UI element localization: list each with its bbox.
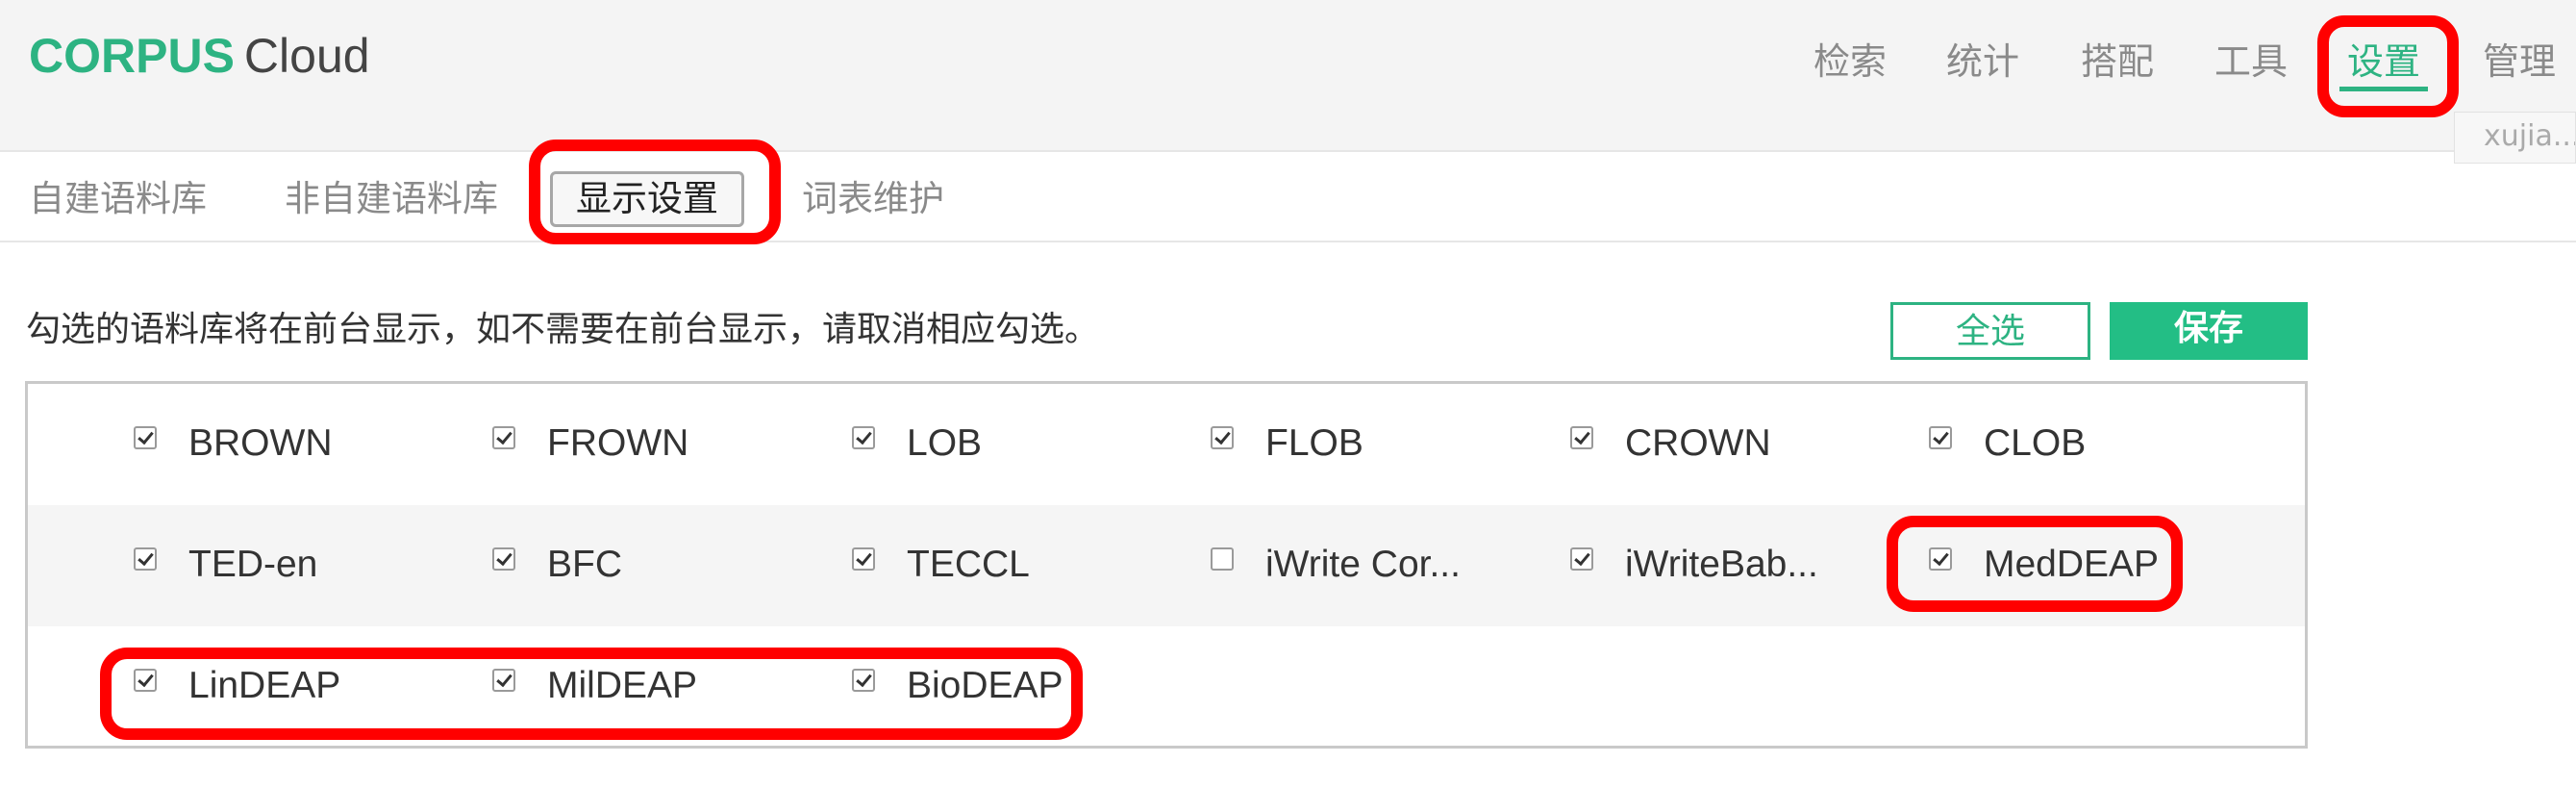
highlight-settings-nav: [2317, 15, 2459, 117]
checkbox[interactable]: [492, 547, 515, 571]
checkbox[interactable]: [1211, 426, 1234, 449]
nav-collocation[interactable]: 搭配: [2081, 35, 2154, 89]
checkbox[interactable]: [852, 547, 875, 571]
nav-admin[interactable]: 管理: [2483, 35, 2556, 89]
corpus-label: LOB: [907, 422, 983, 464]
settings-tabs: 自建语料库 非自建语料库 显示设置 词表维护: [0, 154, 2576, 242]
checkbox[interactable]: [134, 426, 157, 449]
corpus-label: FROWN: [547, 422, 689, 464]
select-all-button[interactable]: 全选: [1890, 302, 2090, 360]
logo-secondary-text: Cloud: [243, 29, 370, 83]
highlight-display-tab: [529, 140, 781, 244]
checkbox[interactable]: [134, 547, 157, 571]
nav-search[interactable]: 检索: [1813, 35, 1887, 89]
checkbox[interactable]: [1570, 426, 1593, 449]
corpus-label: BFC: [547, 544, 622, 585]
tab-builtin-corpora[interactable]: 非自建语料库: [285, 171, 498, 227]
corpus-label: iWriteBab...: [1625, 544, 1818, 585]
corpus-label: BROWN: [188, 422, 333, 464]
checkbox[interactable]: [1211, 547, 1234, 571]
logo-primary-text: CORPUS: [29, 29, 235, 83]
tab-wordlist-maintenance[interactable]: 词表维护: [802, 171, 944, 227]
corpus-label: CROWN: [1625, 422, 1771, 464]
corpus-label: CLOB: [1984, 422, 2087, 464]
corpus-label: TECCL: [907, 544, 1030, 585]
checkbox[interactable]: [1570, 547, 1593, 571]
highlight-meddeap: [1887, 516, 2183, 612]
nav-tools[interactable]: 工具: [2214, 35, 2288, 89]
save-button[interactable]: 保存: [2110, 302, 2308, 360]
corpus-label: TED-en: [188, 544, 318, 585]
top-header: CORPUS Cloud 检索 统计 搭配 工具 设置 管理: [0, 0, 2576, 152]
checkbox[interactable]: [1929, 426, 1952, 449]
corpus-row: BROWN FROWN LOB FLOB CROWN CLOB: [28, 384, 2305, 505]
checkbox[interactable]: [492, 426, 515, 449]
tab-custom-corpora[interactable]: 自建语料库: [29, 171, 207, 227]
corpus-label: FLOB: [1265, 422, 1363, 464]
instruction-text: 勾选的语料库将在前台显示，如不需要在前台显示，请取消相应勾选。: [26, 310, 1100, 349]
checkbox[interactable]: [852, 426, 875, 449]
corpus-label: iWrite Cor...: [1265, 544, 1461, 585]
app-logo[interactable]: CORPUS Cloud: [29, 27, 370, 85]
nav-statistics[interactable]: 统计: [1946, 35, 2019, 89]
highlight-deap-row: [100, 648, 1083, 740]
